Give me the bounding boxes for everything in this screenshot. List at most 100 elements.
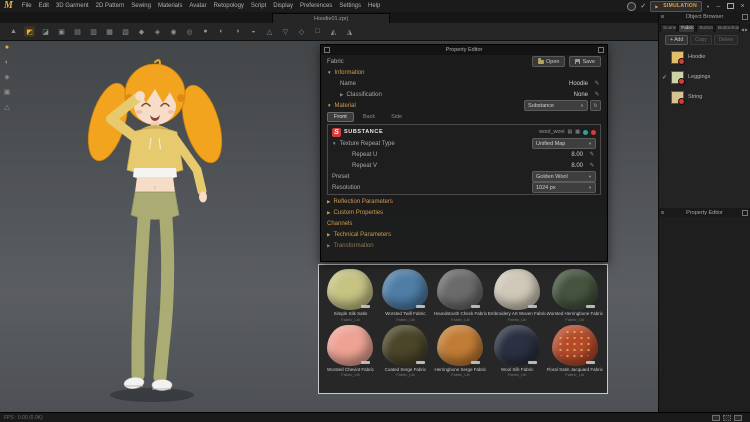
teal-status-icon[interactable] <box>583 129 588 135</box>
swatch-item[interactable]: Worsted Herringbone Fabric Fabric_Lib <box>547 267 603 322</box>
swatch-item[interactable]: Coated Serge Fabric Fabric_Lib <box>378 323 433 377</box>
menu-avatar[interactable]: Avatar <box>189 3 206 9</box>
fabric-list-item-string[interactable]: String <box>659 87 750 107</box>
fabric-list-item-hoodie[interactable]: Hoodie <box>659 47 750 67</box>
menu-sewing[interactable]: Sewing <box>131 3 151 9</box>
account-icon[interactable] <box>627 1 637 11</box>
menu-file[interactable]: File <box>22 3 32 9</box>
avatar-character[interactable] <box>42 42 272 412</box>
fabric-thumbnail[interactable] <box>327 324 374 366</box>
delete-button[interactable]: Delete <box>713 35 739 45</box>
menu-display[interactable]: Display <box>273 3 293 9</box>
toolbar-icon[interactable]: ● <box>200 26 211 37</box>
fabric-thumbnail[interactable] <box>437 324 484 366</box>
open-button[interactable]: Open <box>531 56 566 67</box>
toolbar-icon[interactable]: ◎ <box>184 26 195 37</box>
toolbar-icon[interactable]: □ <box>312 26 323 37</box>
menu-script[interactable]: Script <box>251 3 266 9</box>
texture-repeat-dropdown[interactable]: Unified Map ▼ <box>532 138 596 149</box>
copy-button[interactable]: Copy <box>690 35 712 45</box>
fabric-thumbnail[interactable] <box>551 324 598 366</box>
repeat-u-value[interactable]: 8.00 <box>537 152 583 158</box>
tab-scene[interactable]: Scene <box>660 24 678 32</box>
panel-dock-icon[interactable] <box>324 47 330 53</box>
resolution-dropdown[interactable]: 1024 px ▼ <box>532 182 596 193</box>
toolbar-icon[interactable]: ▤ <box>72 26 83 37</box>
reflection-parameters-header[interactable]: ▶ Reflection Parameters <box>327 196 601 207</box>
panel-dock-icon[interactable] <box>661 211 664 214</box>
grid-icon[interactable]: ▤ <box>568 129 573 135</box>
side-tool-icon[interactable]: ● <box>2 42 12 52</box>
toolbar-icon[interactable]: ◈ <box>152 26 163 37</box>
transformation-header[interactable]: ▶ Transformation <box>327 240 601 251</box>
edit-pencil-icon[interactable]: ✎ <box>588 162 596 169</box>
menu-edit[interactable]: Edit <box>39 3 49 9</box>
toolbar-icon[interactable]: ▲ <box>8 26 19 37</box>
panel-expand-icon[interactable] <box>742 209 748 216</box>
menu-2d-pattern[interactable]: 2D Pattern <box>96 3 125 9</box>
tab-scroll-right-icon[interactable]: ▶ <box>745 27 748 32</box>
menu-help[interactable]: Help <box>368 3 380 9</box>
minimize-button[interactable]: – <box>714 2 723 11</box>
fabric-thumbnail[interactable] <box>327 269 374 310</box>
property-editor-titlebar[interactable]: Property Editor <box>321 45 607 55</box>
tab-button[interactable]: Button <box>696 24 714 32</box>
menu-3d-garment[interactable]: 3D Garment <box>56 3 89 9</box>
custom-properties-header[interactable]: ▶ Custom Properties <box>327 207 601 218</box>
toolbar-icon[interactable]: ◑ <box>232 26 243 37</box>
swatch-item[interactable]: Wool Silk Fabric Fabric_Lib <box>488 323 547 377</box>
tab-scroll-left-icon[interactable]: ◀ <box>741 27 744 32</box>
material-section-header[interactable]: ▼ Material Substance ▼ ↻ <box>327 100 601 111</box>
toolbar-icon-active[interactable]: ◩ <box>24 26 35 37</box>
panel-expand-icon[interactable] <box>598 47 604 53</box>
check-icon[interactable]: ✓ <box>640 3 646 10</box>
save-button[interactable]: Save <box>569 56 601 67</box>
toolbar-icon[interactable]: ▦ <box>104 26 115 37</box>
tab-back[interactable]: Back <box>356 112 382 122</box>
toolbar-icon[interactable]: ◪ <box>40 26 51 37</box>
simulation-button[interactable]: ▶ SIMULATION <box>650 0 703 12</box>
side-tool-icon[interactable]: ◐ <box>2 57 12 67</box>
swatch-item[interactable]: Worsted Twill Fabric Fabric_Lib <box>378 267 433 322</box>
toolbar-icon[interactable]: ◮ <box>344 26 355 37</box>
collapse-arrow-icon[interactable]: ▼ <box>332 141 336 146</box>
panel-expand-icon[interactable] <box>742 13 748 20</box>
toolbar-icon[interactable]: ◆ <box>136 26 147 37</box>
edit-pencil-icon[interactable]: ✎ <box>593 91 601 98</box>
swatch-item[interactable]: Worsted Cheviot Fabric Fabric_Lib <box>323 323 378 377</box>
menu-settings[interactable]: Settings <box>339 3 361 9</box>
fabric-thumbnail[interactable] <box>382 269 429 310</box>
toolbar-icon[interactable]: ◉ <box>168 26 179 37</box>
fabric-thumbnail[interactable] <box>494 269 541 310</box>
material-type-dropdown[interactable]: Substance ▼ <box>524 100 588 111</box>
edit-pencil-icon[interactable]: ✎ <box>588 151 596 158</box>
channels-header[interactable]: Channels <box>327 218 601 229</box>
side-tool-icon[interactable]: ◈ <box>2 72 12 82</box>
toolbar-icon[interactable]: ◇ <box>296 26 307 37</box>
technical-parameters-header[interactable]: ▶ Technical Parameters <box>327 229 601 240</box>
close-button[interactable]: × <box>738 2 747 11</box>
refresh-icon[interactable]: ↻ <box>590 100 601 111</box>
object-browser-titlebar[interactable]: Object Browser <box>659 12 750 21</box>
swatch-item[interactable]: Embroidery Art Woven Fabric Fabric_Lib <box>488 267 547 322</box>
fabric-thumbnail[interactable] <box>551 269 598 310</box>
add-button[interactable]: + Add <box>665 35 689 45</box>
swatch-item[interactable]: Simple Silk Satin Fabric_Lib <box>323 267 378 322</box>
layers-icon[interactable]: ▦ <box>575 129 580 135</box>
fabric-thumbnail[interactable] <box>494 324 541 366</box>
toolbar-icon[interactable]: ◭ <box>328 26 339 37</box>
toolbar-icon[interactable]: ◒ <box>248 26 259 37</box>
swatch-item[interactable]: Houndstooth Check Fabric Fabric_Lib <box>433 267 488 322</box>
fabric-list-item-leggings[interactable]: ✓ Leggings <box>659 67 750 87</box>
menu-retopology[interactable]: Retopology <box>214 3 244 9</box>
repeat-v-value[interactable]: 8.00 <box>537 163 583 169</box>
tab-fabric[interactable]: Fabric <box>678 24 696 32</box>
side-tool-icon[interactable]: ▣ <box>2 87 12 97</box>
remove-substance-icon[interactable] <box>591 129 596 135</box>
expand-arrow-icon[interactable]: ▶ <box>340 92 343 98</box>
maximize-button[interactable] <box>727 3 734 9</box>
edit-pencil-icon[interactable]: ✎ <box>593 80 601 87</box>
layout-single-icon[interactable] <box>712 415 720 421</box>
sidebar-property-editor-titlebar[interactable]: Property Editor <box>659 208 750 217</box>
information-section-header[interactable]: ▼ Information <box>327 67 601 78</box>
